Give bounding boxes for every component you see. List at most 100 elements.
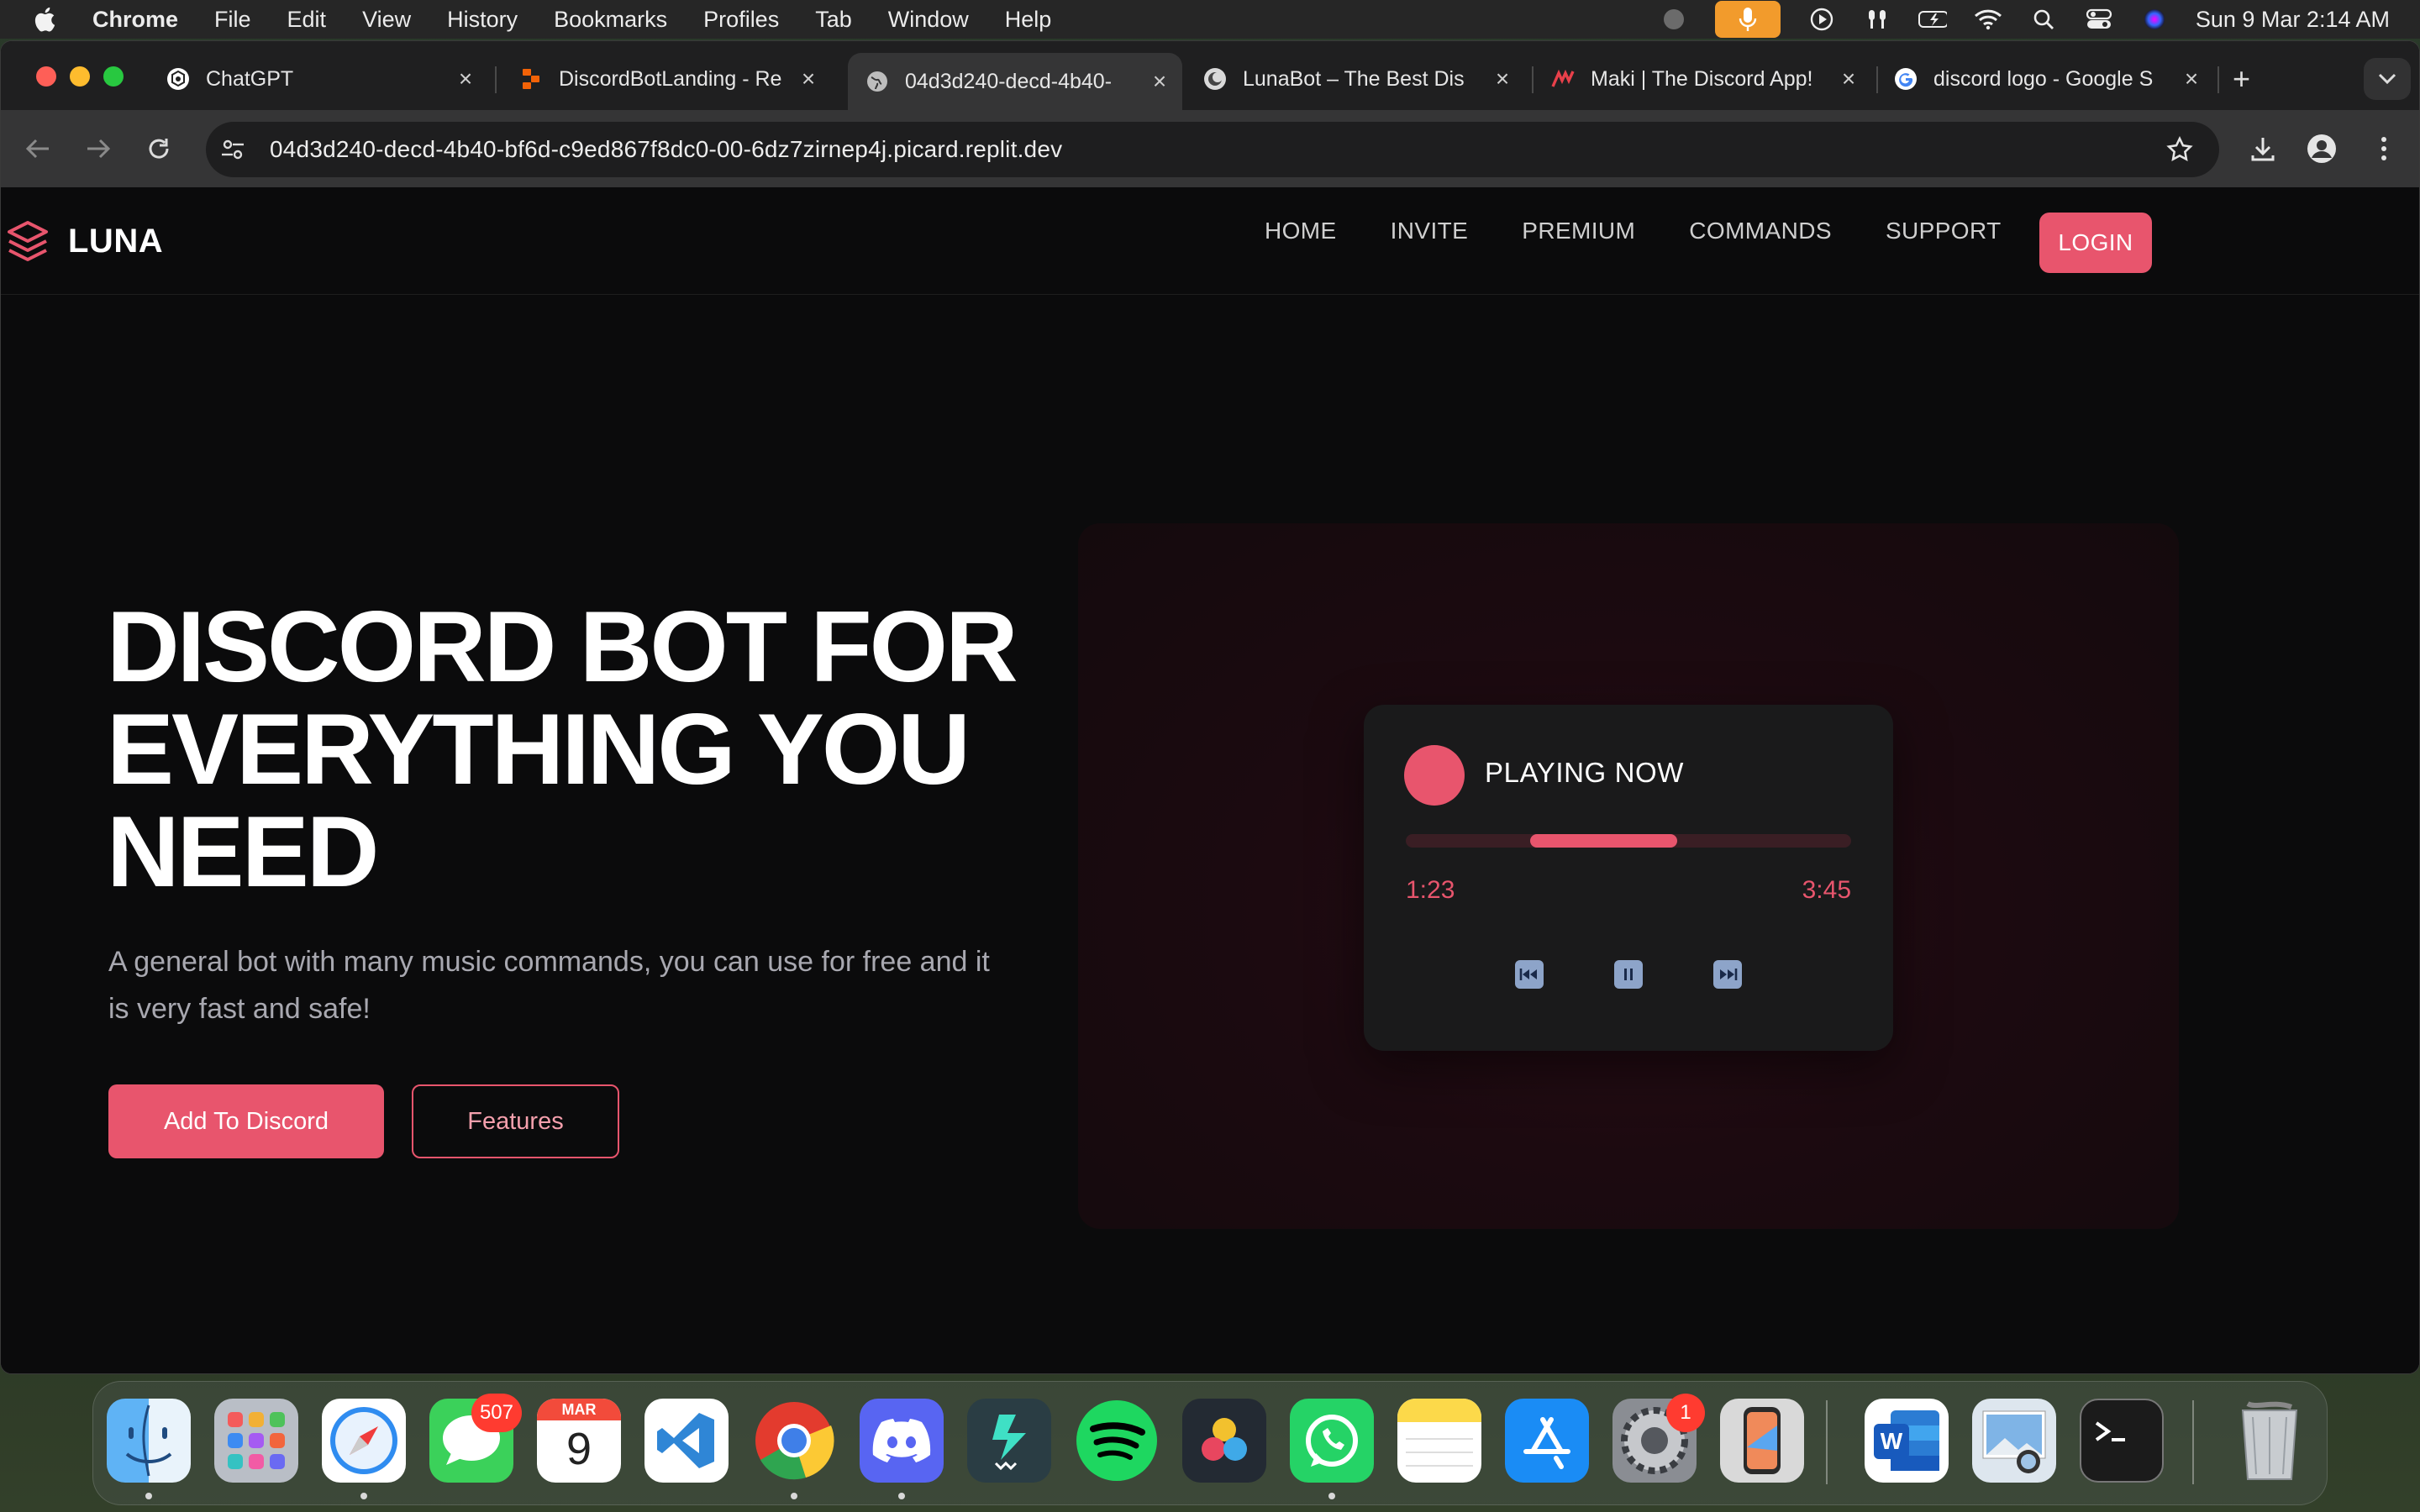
calendar-day: 9 — [566, 1424, 592, 1474]
chevron-down-icon — [2378, 73, 2396, 85]
menubar-clock[interactable]: Sun 9 Mar 2:14 AM — [2196, 7, 2390, 33]
control-center-icon[interactable] — [2085, 7, 2113, 32]
brand[interactable]: LUNA — [6, 219, 163, 263]
menu-window[interactable]: Window — [888, 7, 969, 33]
total-time: 3:45 — [1802, 876, 1851, 904]
bookmark-star-icon[interactable] — [2165, 135, 2194, 168]
dock-preview-icon[interactable] — [1972, 1399, 2056, 1483]
dock-iphone-mirroring-icon[interactable] — [1720, 1399, 1804, 1483]
tab-maki[interactable]: Maki | The Discord App! × — [1550, 53, 1861, 105]
dock-system-settings-icon[interactable]: 1 — [1612, 1394, 1705, 1483]
pause-icon[interactable] — [1614, 960, 1643, 989]
tab-chatgpt[interactable]: ChatGPT × — [166, 53, 478, 105]
calendar-month: MAR — [537, 1399, 621, 1420]
login-button[interactable]: LOGIN — [2039, 213, 2152, 273]
progress-fill — [1530, 834, 1678, 848]
previous-icon[interactable] — [1515, 960, 1544, 989]
nav-commands[interactable]: COMMANDS — [1689, 218, 1832, 244]
dock-messages-icon[interactable]: 507 — [429, 1394, 522, 1483]
dock-filmora-icon[interactable] — [967, 1399, 1051, 1483]
menu-help[interactable]: Help — [1005, 7, 1052, 33]
siri-icon[interactable] — [2140, 7, 2169, 32]
reload-button[interactable] — [140, 130, 177, 167]
tab-google-search[interactable]: discord logo - Google S × — [1893, 53, 2204, 105]
tab-title: Maki | The Discord App! — [1591, 66, 1813, 91]
dock-terminal-icon[interactable] — [2080, 1399, 2164, 1483]
browser-toolbar: 04d3d240-decd-4b40-bf6d-c9ed867f8dc0-00-… — [1, 110, 2419, 187]
close-window-button[interactable] — [36, 66, 56, 87]
web-page: LUNA HOME INVITE PREMIUM COMMANDS SUPPOR… — [1, 187, 2419, 1373]
dock-spotify-icon[interactable] — [1075, 1399, 1159, 1483]
menu-profiles[interactable]: Profiles — [703, 7, 779, 33]
browser-window: ChatGPT × DiscordBotLanding - Re × 04d3d… — [0, 40, 2420, 1374]
wifi-icon[interactable] — [1974, 7, 2002, 32]
features-button[interactable]: Features — [412, 1084, 619, 1158]
nav-support[interactable]: SUPPORT — [1886, 218, 2002, 244]
site-nav-links: HOME INVITE PREMIUM COMMANDS SUPPORT — [1265, 218, 2055, 244]
tab-discordbotlanding[interactable]: DiscordBotLanding - Re × — [518, 53, 821, 105]
menu-bookmarks[interactable]: Bookmarks — [554, 7, 667, 33]
battery-icon[interactable] — [1918, 7, 1947, 32]
record-status-icon[interactable] — [1660, 7, 1688, 32]
dock-notes-icon[interactable] — [1397, 1399, 1481, 1483]
reload-icon — [149, 139, 169, 159]
tab-close-icon[interactable]: × — [1490, 66, 1515, 92]
tab-active-replit-dev[interactable]: 04d3d240-decd-4b40- × — [848, 53, 1182, 110]
nav-premium[interactable]: PREMIUM — [1522, 218, 1635, 244]
menu-file[interactable]: File — [214, 7, 251, 33]
tab-close-icon[interactable]: × — [453, 66, 478, 92]
dock-davinci-resolve-icon[interactable] — [1182, 1399, 1266, 1483]
next-icon[interactable] — [1713, 960, 1742, 989]
tab-close-icon[interactable]: × — [2179, 66, 2204, 92]
kebab-menu-icon[interactable] — [2365, 130, 2402, 167]
dock-chrome-icon[interactable] — [752, 1399, 836, 1483]
tab-strip: ChatGPT × DiscordBotLanding - Re × 04d3d… — [1, 41, 2419, 110]
nav-home[interactable]: HOME — [1265, 218, 1337, 244]
tab-title: LunaBot – The Best Dis — [1243, 66, 1465, 91]
microphone-icon[interactable] — [1714, 1, 1781, 38]
tab-search-button[interactable] — [2364, 58, 2411, 100]
dock-discord-icon[interactable] — [860, 1399, 944, 1483]
dock-whatsapp-icon[interactable] — [1290, 1399, 1374, 1483]
fullscreen-window-button[interactable] — [103, 66, 124, 87]
dock-launchpad-icon[interactable] — [214, 1399, 298, 1483]
menu-edit[interactable]: Edit — [287, 7, 327, 33]
tab-lunabot[interactable]: LunaBot – The Best Dis × — [1202, 53, 1515, 105]
menu-app-name[interactable]: Chrome — [92, 7, 178, 33]
tab-close-icon[interactable]: × — [1836, 66, 1861, 92]
download-icon[interactable] — [2244, 130, 2281, 167]
dock-safari-icon[interactable] — [322, 1399, 406, 1483]
apple-icon[interactable] — [32, 5, 60, 34]
url-text[interactable]: 04d3d240-decd-4b40-bf6d-c9ed867f8dc0-00-… — [270, 136, 1062, 163]
dock-trash-icon[interactable] — [2228, 1399, 2312, 1483]
spotlight-search-icon[interactable] — [2029, 7, 2058, 32]
new-tab-button[interactable]: + — [2233, 61, 2250, 97]
tab-close-icon[interactable]: × — [1147, 68, 1172, 95]
menu-tab[interactable]: Tab — [815, 7, 852, 33]
window-controls — [36, 66, 124, 87]
dock-app-store-icon[interactable] — [1505, 1399, 1589, 1483]
dock-vscode-icon[interactable] — [644, 1399, 729, 1483]
playing-indicator-dot — [1404, 745, 1465, 806]
tab-close-icon[interactable]: × — [796, 66, 821, 92]
forward-button[interactable] — [80, 130, 117, 167]
current-time: 1:23 — [1406, 876, 1455, 904]
menu-history[interactable]: History — [447, 7, 518, 33]
address-bar[interactable]: 04d3d240-decd-4b40-bf6d-c9ed867f8dc0-00-… — [206, 122, 2219, 177]
profile-avatar-icon[interactable] — [2303, 130, 2340, 167]
progress-track[interactable] — [1406, 834, 1851, 848]
dock-word-icon[interactable]: W — [1865, 1399, 1949, 1483]
settings-badge: 1 — [1666, 1394, 1705, 1432]
menu-view[interactable]: View — [362, 7, 411, 33]
play-circle-icon[interactable] — [1807, 7, 1836, 32]
site-info-icon[interactable] — [218, 134, 248, 165]
add-to-discord-button[interactable]: Add To Discord — [108, 1084, 384, 1158]
airpods-icon[interactable] — [1863, 7, 1891, 32]
globe-icon — [867, 71, 887, 92]
back-button[interactable] — [19, 130, 56, 167]
dock-finder-icon[interactable] — [107, 1399, 191, 1483]
dock-calendar-icon[interactable]: MAR 9 — [537, 1399, 621, 1483]
replit-icon — [523, 69, 539, 89]
minimize-window-button[interactable] — [70, 66, 90, 87]
nav-invite[interactable]: INVITE — [1391, 218, 1469, 244]
